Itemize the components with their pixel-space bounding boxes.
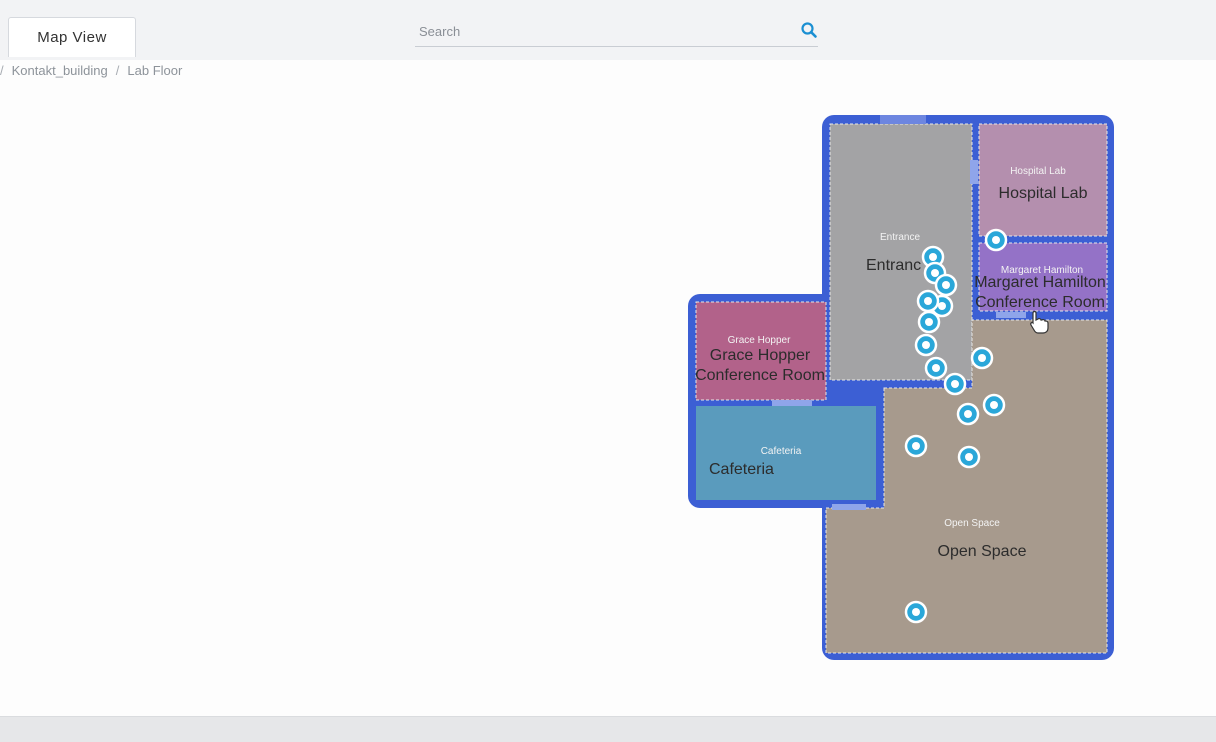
doorway — [970, 160, 978, 184]
zone-grace-hopper[interactable]: Grace Hopper Grace Hopper Conference Roo… — [695, 301, 827, 401]
doorway — [880, 115, 926, 124]
zone-grace-hopper-label-line1: Grace Hopper — [710, 347, 811, 364]
device-marker[interactable] — [984, 228, 1008, 252]
device-marker[interactable] — [957, 445, 981, 469]
device-marker[interactable] — [970, 346, 994, 370]
device-marker[interactable] — [916, 289, 940, 313]
zone-cafeteria-small-label: Cafeteria — [761, 446, 802, 457]
bottom-bar — [0, 716, 1216, 742]
zone-hospital-lab[interactable]: Hospital Lab Hospital Lab — [978, 123, 1108, 237]
zone-margaret-hamilton-label-line1: Margaret Hamilton — [974, 274, 1106, 291]
zone-grace-hopper-small-label: Grace Hopper — [728, 335, 791, 346]
device-marker[interactable] — [917, 310, 941, 334]
zone-entrance-small-label: Entrance — [880, 232, 920, 243]
zone-hospital-lab-small-label: Hospital Lab — [1010, 166, 1066, 177]
doorway — [996, 312, 1026, 318]
device-marker[interactable] — [904, 434, 928, 458]
zone-cafeteria-label: Cafeteria — [709, 461, 774, 478]
device-marker[interactable] — [943, 372, 967, 396]
doorway — [832, 504, 866, 510]
device-marker[interactable] — [982, 393, 1006, 417]
device-marker[interactable] — [934, 273, 958, 297]
floor-plan-map[interactable]: Entrance Entranc Hospital Lab Hospital L… — [0, 0, 1216, 716]
device-marker[interactable] — [924, 356, 948, 380]
zone-entrance[interactable]: Entrance Entranc — [829, 123, 973, 381]
zone-margaret-hamilton[interactable]: Margaret Hamilton Margaret Hamilton Conf… — [974, 242, 1108, 312]
zone-hospital-lab-label: Hospital Lab — [999, 185, 1088, 202]
device-marker[interactable] — [914, 333, 938, 357]
zone-open-space-label: Open Space — [938, 543, 1027, 560]
device-marker[interactable] — [904, 600, 928, 624]
zone-entrance-label: Entranc — [866, 257, 921, 274]
zone-margaret-hamilton-label-line2: Conference Room — [975, 294, 1105, 311]
doorway — [772, 400, 812, 406]
zone-grace-hopper-label-line2: Conference Room — [695, 367, 825, 384]
zone-cafeteria[interactable]: Cafeteria Cafeteria — [696, 406, 876, 500]
zone-open-space-small-label: Open Space — [944, 518, 1000, 529]
device-marker[interactable] — [956, 402, 980, 426]
